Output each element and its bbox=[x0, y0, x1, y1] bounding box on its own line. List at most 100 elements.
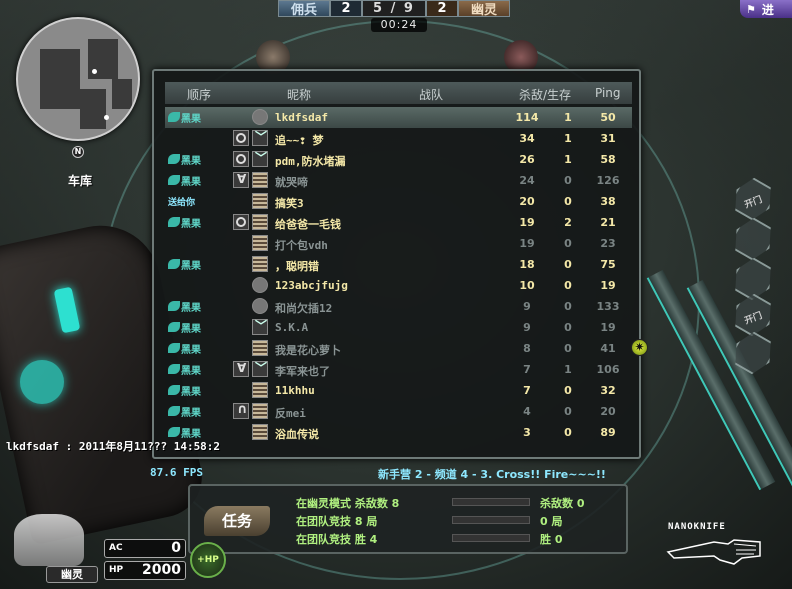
player-name: 和尚欠插12 bbox=[275, 302, 333, 315]
mission-label: 在幽灵模式 杀敌数 8 bbox=[296, 497, 400, 510]
player-name: 123abcjfujg bbox=[275, 279, 348, 292]
scoreboard-panel: 顺序 昵称 战队 杀敌/生存 Ping 黑果 lkdfsdaf 114 1 50… bbox=[152, 69, 648, 459]
kills: 10 bbox=[519, 279, 535, 292]
ping: 41 bbox=[600, 342, 616, 355]
rank-badge: 黑果 bbox=[168, 257, 210, 272]
hp-boost-icon: +HP bbox=[190, 542, 226, 578]
kills: 3 bbox=[523, 426, 531, 439]
alive: 0 bbox=[564, 342, 572, 355]
kills: 20 bbox=[519, 195, 535, 208]
kills: 4 bbox=[523, 405, 531, 418]
player-marker bbox=[104, 115, 109, 120]
kills: 34 bbox=[519, 132, 535, 145]
ping: 75 bbox=[600, 258, 616, 271]
rank-bars-icon bbox=[252, 235, 268, 251]
chevron-down-icon bbox=[252, 359, 268, 377]
channel-info: 新手营 2 - 频道 4 - 3. Cross!! Fire~~~!! bbox=[378, 468, 606, 481]
kills: 9 bbox=[523, 300, 531, 313]
ping: 31 bbox=[600, 132, 616, 145]
ping: 133 bbox=[596, 300, 620, 313]
ghost-score: 2 bbox=[426, 0, 458, 17]
axe-icon bbox=[233, 172, 249, 188]
rank-bars-icon bbox=[252, 214, 268, 230]
rank-bars-icon bbox=[252, 424, 268, 440]
alive: 2 bbox=[564, 216, 572, 229]
table-row[interactable]: 黑果 李军来也了 7 1 106 bbox=[165, 359, 632, 380]
table-row[interactable]: 送给你 搞笑3 20 0 38 bbox=[165, 191, 632, 212]
table-row[interactable]: 黑果 就哭啼 24 0 126 bbox=[165, 170, 632, 191]
table-row[interactable]: 黑果 pdm,防水堵漏 26 1 58 bbox=[165, 149, 632, 170]
mission-item: 在团队竞技 8 局 0 局 bbox=[296, 512, 616, 528]
alive: 0 bbox=[564, 405, 572, 418]
rank-badge: 送给你 bbox=[168, 197, 196, 208]
table-row[interactable]: 黑果 lkdfsdaf 114 1 50 bbox=[165, 107, 632, 128]
mission-value: 胜 0 bbox=[540, 533, 563, 546]
chat-message: lkdfsdaf : 2011年8月11??? 14:58:2 bbox=[6, 440, 221, 453]
alive: 0 bbox=[564, 300, 572, 313]
armor-label: AC bbox=[109, 543, 123, 553]
team-ghost-label: 幽灵 bbox=[458, 0, 510, 18]
mission-label: 在团队竞技 8 局 bbox=[296, 515, 378, 528]
kills: 7 bbox=[523, 363, 531, 376]
mission-progress-bar bbox=[452, 498, 530, 506]
chevron-down-icon bbox=[252, 317, 268, 335]
player-name: ，聪明错 bbox=[275, 260, 319, 273]
ping: 21 bbox=[600, 216, 616, 229]
mission-value: 0 局 bbox=[540, 515, 563, 528]
col-rank: 顺序 bbox=[187, 88, 212, 102]
rank-bars-icon bbox=[252, 172, 268, 188]
alive: 0 bbox=[564, 237, 572, 250]
table-row[interactable]: 黑果 给爸爸一毛钱 19 2 21 bbox=[165, 212, 632, 233]
table-row[interactable]: 黑果 我是花心萝卜 8 0 41 ✷ bbox=[165, 338, 648, 359]
map-name: 车库 bbox=[68, 174, 93, 188]
table-row[interactable]: 黑果 浴血传说 3 0 89 bbox=[165, 422, 632, 443]
player-name: 反mei bbox=[275, 407, 306, 420]
medal-icon bbox=[252, 109, 268, 125]
corner-badge[interactable]: ⚑ 进 bbox=[740, 0, 792, 18]
ring-icon bbox=[233, 130, 249, 146]
north-indicator: N bbox=[72, 146, 84, 158]
kills: 8 bbox=[523, 342, 531, 355]
rank-badge: 黑果 bbox=[168, 425, 210, 440]
rank-badge: 黑果 bbox=[168, 110, 210, 125]
player-name: 搞笑3 bbox=[275, 197, 304, 210]
rank-badge: 黑果 bbox=[168, 320, 210, 335]
player-name: 我是花心萝卜 bbox=[275, 344, 341, 357]
alive: 1 bbox=[564, 132, 572, 145]
kills: 114 bbox=[515, 111, 539, 124]
alive: 0 bbox=[564, 384, 572, 397]
ping: 23 bbox=[600, 237, 616, 250]
rank-badge: 黑果 bbox=[168, 404, 210, 419]
table-row[interactable]: 打个包vdh 19 0 23 bbox=[165, 233, 632, 254]
mission-item: 在团队竞技 胜 4 胜 0 bbox=[296, 530, 616, 546]
table-row[interactable]: 黑果 ，聪明错 18 0 75 bbox=[165, 254, 632, 275]
kills: 18 bbox=[519, 258, 535, 271]
alive: 0 bbox=[564, 426, 572, 439]
table-row[interactable]: 黑果 11khhu 7 0 32 bbox=[165, 380, 632, 401]
ping: 38 bbox=[600, 195, 616, 208]
health-label: HP bbox=[109, 565, 124, 575]
player-marker bbox=[92, 69, 97, 74]
alive: 1 bbox=[564, 363, 572, 376]
alive: 0 bbox=[564, 174, 572, 187]
kills: 19 bbox=[519, 237, 535, 250]
alive: 1 bbox=[564, 153, 572, 166]
alive: 0 bbox=[564, 321, 572, 334]
rank-badge: 黑果 bbox=[168, 173, 210, 188]
rank-badge: 黑果 bbox=[168, 152, 210, 167]
armor-value: 0 bbox=[171, 540, 181, 556]
table-row[interactable]: 黑果 反mei 4 0 20 bbox=[165, 401, 632, 422]
ping: 32 bbox=[600, 384, 616, 397]
table-row[interactable]: 123abcjfujg 10 0 19 bbox=[165, 275, 632, 296]
table-row[interactable]: 追~~❢ 梦 34 1 31 bbox=[165, 128, 632, 149]
kills: 9 bbox=[523, 321, 531, 334]
kills: 26 bbox=[519, 153, 535, 166]
rank-bars-icon bbox=[252, 193, 268, 209]
table-row[interactable]: 黑果 和尚欠插12 9 0 133 bbox=[165, 296, 632, 317]
c4-bomb-icon: ✷ bbox=[631, 339, 648, 356]
mission-progress-bar bbox=[452, 534, 530, 542]
rank-bars-icon bbox=[252, 382, 268, 398]
table-row[interactable]: 黑果 S.K.A 9 0 19 bbox=[165, 317, 632, 338]
player-name: 浴血传说 bbox=[275, 428, 319, 441]
fps-counter: 87.6 FPS bbox=[150, 466, 203, 479]
